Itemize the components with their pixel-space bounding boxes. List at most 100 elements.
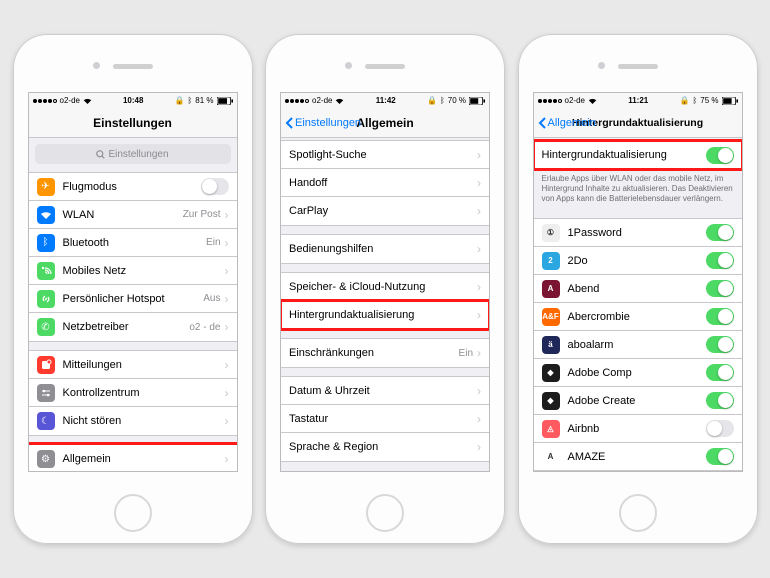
bt-icon: ᛒ: [187, 96, 192, 105]
settings-row-bluetooth[interactable]: ᛒ Bluetooth Ein›: [29, 229, 237, 257]
toggle[interactable]: [706, 280, 734, 297]
chevron-right-icon: ›: [477, 412, 481, 426]
app-row-2do[interactable]: 2 2Do: [534, 247, 742, 275]
settings-row-pers-nlicher-hotspot[interactable]: Persönlicher Hotspot Aus›: [29, 285, 237, 313]
general-row-carplay[interactable]: CarPlay ›: [281, 197, 489, 225]
row-label: Abend: [568, 283, 706, 295]
app-row-airbnb[interactable]: ◬ Airbnb: [534, 415, 742, 443]
settings-row-allgemein[interactable]: ⚙︎ Allgemein ›: [29, 445, 237, 471]
row-label: Speicher- & iCloud-Nutzung: [289, 281, 477, 293]
app-icon: ①: [542, 224, 560, 242]
toggle[interactable]: [706, 364, 734, 381]
clock: 10:48: [95, 96, 172, 105]
row-label: Mobiles Netz: [63, 265, 225, 277]
ctrl-icon: [37, 384, 55, 402]
general-row-einschr-nkungen[interactable]: Einschränkungen Ein›: [281, 339, 489, 367]
general-row-handoff[interactable]: Handoff ›: [281, 169, 489, 197]
settings-row-netzbetreiber[interactable]: ✆ Netzbetreiber o2 - de›: [29, 313, 237, 341]
row-label: Abercrombie: [568, 311, 706, 323]
home-button[interactable]: [619, 494, 657, 532]
signal-dots: [33, 99, 57, 103]
app-icon: A: [542, 448, 560, 466]
chevron-right-icon: ›: [225, 386, 229, 400]
row-label: Einschränkungen: [289, 347, 459, 359]
chevron-left-icon: [285, 117, 293, 129]
page-title: Allgemein: [356, 116, 413, 130]
bt-icon: ᛒ: [37, 234, 55, 252]
row-label: Hintergrundaktualisierung: [289, 309, 477, 321]
row-label: CarPlay: [289, 205, 477, 217]
settings-row-mobiles-netz[interactable]: Mobiles Netz ›: [29, 257, 237, 285]
settings-row-kontrollzentrum[interactable]: Kontrollzentrum ›: [29, 379, 237, 407]
content[interactable]: Spotlight-Suche › Handoff › CarPlay › Be…: [281, 138, 489, 471]
back-button[interactable]: Einstellungen: [285, 108, 361, 137]
app-icon: ◆: [542, 392, 560, 410]
app-row-abercrombie[interactable]: A&F Abercrombie: [534, 303, 742, 331]
toggle[interactable]: [706, 308, 734, 325]
settings-row-nicht-st-ren[interactable]: ☾ Nicht stören ›: [29, 407, 237, 435]
chevron-right-icon: ›: [225, 292, 229, 306]
general-row-tastatur[interactable]: Tastatur ›: [281, 405, 489, 433]
row-label: Kontrollzentrum: [63, 387, 225, 399]
home-button[interactable]: [366, 494, 404, 532]
status-bar: o2-de 11:42 🔒ᛒ 70 %: [281, 93, 489, 108]
chevron-right-icon: ›: [477, 308, 481, 322]
search-placeholder: Einstellungen: [108, 149, 168, 160]
toggle[interactable]: [706, 147, 734, 164]
app-row-1password[interactable]: ① 1Password: [534, 219, 742, 247]
phone-frame-3: o2-de 11:21 🔒ᛒ 75 % Allgemein Hintergrun…: [518, 34, 758, 544]
page-title: Einstellungen: [93, 116, 172, 130]
row-label: aboalarm: [568, 339, 706, 351]
chevron-right-icon: ›: [477, 384, 481, 398]
app-icon: A&F: [542, 308, 560, 326]
app-row-adobe-create[interactable]: ◆ Adobe Create: [534, 387, 742, 415]
row-label: Handoff: [289, 177, 477, 189]
general-row-hintergrundaktualisierung[interactable]: Hintergrundaktualisierung ›: [281, 301, 489, 329]
speaker-slot: [365, 64, 405, 69]
app-row-aboalarm[interactable]: ä aboalarm: [534, 331, 742, 359]
row-label: Datum & Uhrzeit: [289, 385, 477, 397]
home-button[interactable]: [114, 494, 152, 532]
app-row-amaze[interactable]: A AMAZE: [534, 443, 742, 471]
chevron-right-icon: ›: [477, 242, 481, 256]
search-field[interactable]: Einstellungen: [35, 144, 231, 164]
status-bar: o2-de 11:21 🔒ᛒ 75 %: [534, 93, 742, 108]
toggle[interactable]: [706, 252, 734, 269]
battery-icon: [217, 97, 233, 105]
app-icon: A: [542, 280, 560, 298]
clock: 11:42: [347, 96, 424, 105]
cell-icon: [37, 262, 55, 280]
chevron-right-icon: ›: [225, 358, 229, 372]
chevron-right-icon: ›: [225, 264, 229, 278]
general-row-datum-uhrzeit[interactable]: Datum & Uhrzeit ›: [281, 377, 489, 405]
chevron-right-icon: ›: [225, 452, 229, 466]
search-icon: [96, 150, 105, 159]
toggle[interactable]: [706, 336, 734, 353]
settings-row-wlan[interactable]: WLAN Zur Post›: [29, 201, 237, 229]
app-row-adobe-comp[interactable]: ◆ Adobe Comp: [534, 359, 742, 387]
link-icon: [37, 290, 55, 308]
general-row-sprache-region[interactable]: Sprache & Region ›: [281, 433, 489, 461]
content[interactable]: Hintergrundaktualisierung Erlaube Apps ü…: [534, 138, 742, 471]
wifi-icon: [83, 97, 92, 105]
app-icon: ◆: [542, 364, 560, 382]
row-label: Airbnb: [568, 423, 706, 435]
settings-row-flugmodus[interactable]: ✈︎ Flugmodus: [29, 173, 237, 201]
master-toggle-row[interactable]: Hintergrundaktualisierung: [534, 141, 742, 169]
content[interactable]: Einstellungen ✈︎ Flugmodus WLAN Zur Post…: [29, 138, 237, 471]
back-button[interactable]: Allgemein: [538, 108, 596, 137]
front-camera: [598, 62, 605, 69]
chevron-right-icon: ›: [225, 208, 229, 222]
toggle[interactable]: [706, 224, 734, 241]
row-label: Hintergrundaktualisierung: [542, 149, 706, 161]
toggle[interactable]: [706, 392, 734, 409]
toggle[interactable]: [706, 448, 734, 465]
app-row-abend[interactable]: A Abend: [534, 275, 742, 303]
settings-row-mitteilungen[interactable]: Mitteilungen ›: [29, 351, 237, 379]
row-label: Tastatur: [289, 413, 477, 425]
toggle[interactable]: [706, 420, 734, 437]
toggle[interactable]: [201, 178, 229, 195]
general-row-bedienungshilfen[interactable]: Bedienungshilfen ›: [281, 235, 489, 263]
general-row-speicher-icloud-nutzung[interactable]: Speicher- & iCloud-Nutzung ›: [281, 273, 489, 301]
general-row-spotlight-suche[interactable]: Spotlight-Suche ›: [281, 141, 489, 169]
